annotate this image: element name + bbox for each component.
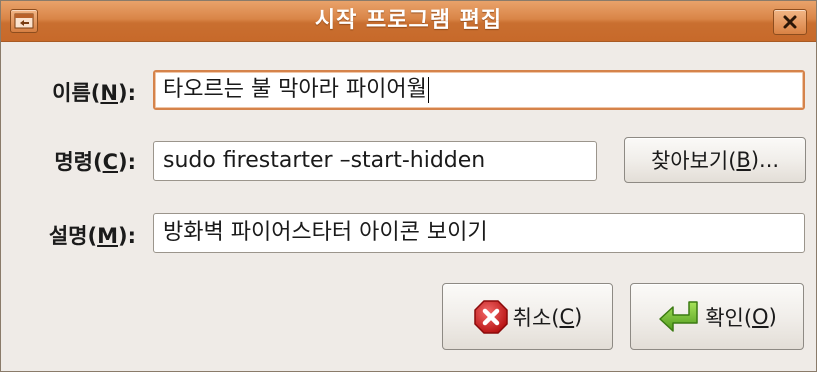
name-field[interactable]: 타오르는 불 막아라 파이어월: [153, 70, 805, 110]
cancel-button[interactable]: 취소(C): [442, 283, 613, 350]
close-icon: [783, 15, 797, 29]
comment-field[interactable]: 방화벽 파이어스타터 아이콘 보이기: [153, 213, 805, 253]
name-label: 이름(N):: [52, 81, 136, 105]
edit-startup-dialog: 시작 프로그램 편집 이름(N): 타오르는 불 막아라 파이어월 명령(C):…: [0, 0, 817, 372]
command-mnemonic: C: [102, 150, 118, 174]
cancel-icon: [473, 299, 509, 335]
text-caret: [427, 77, 429, 103]
command-field[interactable]: sudo firestarter –start-hidden: [153, 141, 597, 181]
enter-arrow-icon: [657, 299, 701, 335]
comment-label: 설명(M):: [48, 224, 136, 248]
close-button[interactable]: [773, 9, 807, 35]
comment-mnemonic: M: [97, 224, 118, 248]
window-title: 시작 프로그램 편집: [314, 8, 503, 33]
name-mnemonic: N: [100, 81, 118, 105]
command-label: 명령(C):: [54, 150, 136, 174]
title-bar[interactable]: 시작 프로그램 편집: [1, 1, 816, 42]
browse-button[interactable]: 찾아보기(B)...: [624, 137, 806, 183]
ok-button[interactable]: 확인(O): [630, 283, 804, 350]
